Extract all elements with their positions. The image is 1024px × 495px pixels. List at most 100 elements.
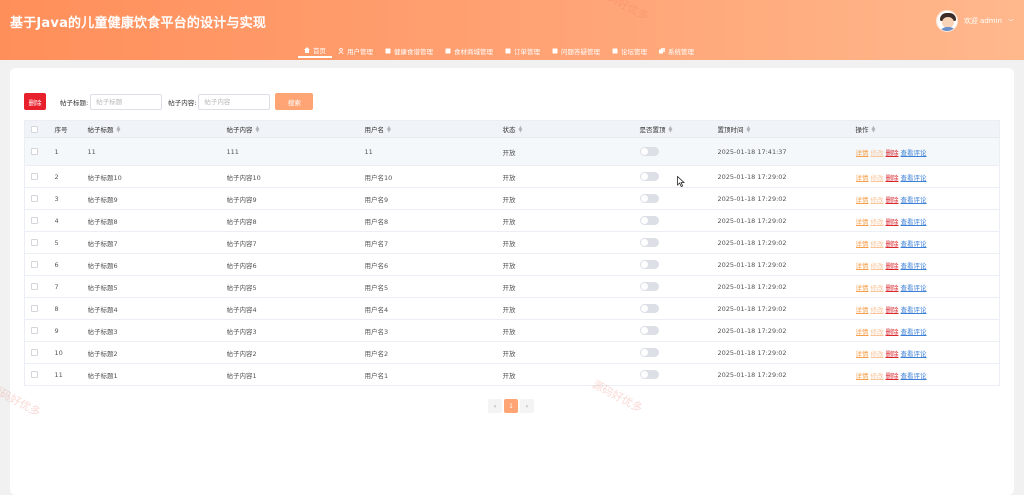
view-comments-link[interactable]: 查看评论	[901, 306, 927, 314]
row-select-cell[interactable]	[24, 187, 55, 210]
sort-icon[interactable]: ▲ ▼	[747, 126, 751, 134]
pin-toggle[interactable]	[639, 260, 659, 269]
edit-link[interactable]: 修改	[871, 284, 884, 292]
table-row[interactable]: 7 帖子标题5 帖子内容5 用户名5 开放 2025-01-18 17:29:02 详情 修改…	[24, 275, 1000, 298]
edit-link[interactable]: 修改	[871, 196, 884, 204]
nav-item[interactable]: 问题答疑管理	[546, 43, 606, 58]
nav-item[interactable]: 首页	[298, 43, 332, 58]
edit-link[interactable]: 修改	[871, 149, 884, 157]
row-checkbox[interactable]	[31, 305, 38, 312]
view-comments-link[interactable]: 查看评论	[901, 262, 927, 270]
row-checkbox[interactable]	[31, 148, 38, 155]
view-comments-link[interactable]: 查看评论	[901, 196, 927, 204]
view-comments-link[interactable]: 查看评论	[901, 149, 927, 157]
nav-item[interactable]: 用户管理	[332, 43, 379, 58]
detail-link[interactable]: 详情	[856, 174, 869, 182]
row-checkbox[interactable]	[31, 195, 38, 202]
view-comments-link[interactable]: 查看评论	[901, 240, 927, 248]
user-menu[interactable]: 欢迎 admin ﹀	[935, 10, 1014, 32]
nav-item[interactable]: 健康食谱管理	[379, 43, 439, 58]
select-all-checkbox[interactable]	[31, 125, 38, 133]
nav-item[interactable]: 食材商城管理	[439, 43, 499, 58]
detail-link[interactable]: 详情	[856, 350, 869, 358]
detail-link[interactable]: 详情	[856, 284, 869, 292]
view-comments-link[interactable]: 查看评论	[901, 372, 927, 380]
view-comments-link[interactable]: 查看评论	[901, 284, 927, 292]
pin-toggle[interactable]	[639, 282, 659, 291]
edit-link[interactable]: 修改	[871, 174, 884, 182]
title-search-input[interactable]	[90, 93, 163, 110]
row-select-cell[interactable]	[24, 231, 55, 254]
edit-link[interactable]: 修改	[871, 306, 884, 314]
table-row[interactable]: 6 帖子标题6 帖子内容6 用户名6 开放 2025-01-18 17:29:02 详情 修改…	[24, 253, 1000, 276]
table-row[interactable]: 3 帖子标题9 帖子内容9 用户名9 开放 2025-01-18 17:29:02 详情 修改…	[24, 187, 1000, 210]
detail-link[interactable]: 详情	[856, 328, 869, 336]
view-comments-link[interactable]: 查看评论	[901, 350, 927, 358]
column-header[interactable]: 状态 ▲ ▼	[502, 120, 640, 138]
delete-link[interactable]: 删除	[886, 149, 899, 157]
detail-link[interactable]: 详情	[856, 196, 869, 204]
view-comments-link[interactable]: 查看评论	[901, 218, 927, 226]
detail-link[interactable]: 详情	[856, 218, 869, 226]
edit-link[interactable]: 修改	[871, 240, 884, 248]
delete-link[interactable]: 删除	[886, 306, 899, 314]
row-select-cell[interactable]	[24, 209, 55, 232]
edit-link[interactable]: 修改	[871, 218, 884, 226]
table-row[interactable]: 11 帖子标题1 帖子内容1 用户名1 开放 2025-01-18 17:29:02 详情修…	[24, 363, 1000, 386]
sort-icon[interactable]: ▲ ▼	[669, 126, 673, 134]
user-greeting[interactable]: 欢迎 admin	[964, 16, 1002, 26]
prev-page-button[interactable]: ‹	[488, 399, 502, 413]
sort-icon[interactable]: ▲ ▼	[872, 126, 876, 134]
delete-link[interactable]: 删除	[886, 262, 899, 270]
row-checkbox[interactable]	[31, 371, 38, 378]
pin-toggle[interactable]	[639, 370, 659, 379]
select-all-cell[interactable]	[24, 120, 55, 138]
delete-link[interactable]: 删除	[886, 350, 899, 358]
row-checkbox[interactable]	[31, 217, 38, 224]
edit-link[interactable]: 修改	[871, 372, 884, 380]
edit-link[interactable]: 修改	[871, 328, 884, 336]
detail-link[interactable]: 详情	[856, 372, 869, 380]
nav-item[interactable]: 系统管理	[653, 43, 700, 58]
sort-icon[interactable]: ▲ ▼	[387, 126, 391, 134]
delete-link[interactable]: 删除	[886, 218, 899, 226]
column-header[interactable]: 帖子内容 ▲ ▼	[226, 120, 365, 138]
current-page-button[interactable]: 1	[504, 399, 518, 413]
table-row[interactable]: 9 帖子标题3 帖子内容3 用户名3 开放 2025-01-18 17:29:02 详情 修改…	[24, 319, 1000, 342]
pin-toggle[interactable]	[639, 194, 659, 203]
table-row[interactable]: 1 11 111 11 开放 2025-01-18 17:41:37 详情 修改 删除 查看评论	[24, 137, 1000, 166]
sort-icon[interactable]: ▲ ▼	[117, 126, 121, 134]
sort-icon[interactable]: ▲ ▼	[256, 126, 260, 134]
row-checkbox[interactable]	[31, 239, 38, 246]
avatar[interactable]	[935, 10, 958, 32]
edit-link[interactable]: 修改	[871, 262, 884, 270]
column-header[interactable]: 置顶时间 ▲ ▼	[717, 120, 856, 138]
detail-link[interactable]: 详情	[856, 149, 869, 157]
column-header[interactable]: 帖子标题 ▲ ▼	[87, 120, 227, 138]
row-select-cell[interactable]	[24, 319, 55, 342]
sort-icon[interactable]: ▲ ▼	[519, 126, 523, 134]
pin-toggle[interactable]	[639, 304, 659, 313]
pin-toggle[interactable]	[639, 326, 659, 335]
table-row[interactable]: 10 帖子标题2 帖子内容2 用户名2 开放 2025-01-18 17:29:02 详情修…	[24, 341, 1000, 364]
pin-toggle[interactable]	[639, 238, 659, 247]
detail-link[interactable]: 详情	[856, 240, 869, 248]
pin-toggle[interactable]	[639, 172, 659, 181]
detail-link[interactable]: 详情	[856, 262, 869, 270]
batch-delete-button[interactable]: 删除	[24, 93, 46, 110]
table-row[interactable]: 8 帖子标题4 帖子内容4 用户名4 开放 2025-01-18 17:29:02 详情 修改…	[24, 297, 1000, 320]
row-select-cell[interactable]	[24, 363, 55, 386]
row-checkbox[interactable]	[31, 327, 38, 334]
edit-link[interactable]: 修改	[871, 350, 884, 358]
row-select-cell[interactable]	[24, 341, 55, 364]
table-row[interactable]: 5 帖子标题7 帖子内容7 用户名7 开放 2025-01-18 17:29:02 详情 修改…	[24, 231, 1000, 254]
row-select-cell[interactable]	[24, 165, 55, 188]
row-select-cell[interactable]	[24, 297, 55, 320]
row-select-cell[interactable]	[24, 253, 55, 276]
row-select-cell[interactable]	[24, 275, 55, 298]
column-header[interactable]: 是否置顶 ▲ ▼	[639, 120, 718, 138]
view-comments-link[interactable]: 查看评论	[901, 328, 927, 336]
row-select-cell[interactable]	[24, 137, 55, 166]
table-row[interactable]: 2 帖子标题10 帖子内容10 用户名10 开放 2025-01-18 17:29:02 详…	[24, 165, 1000, 188]
pin-toggle[interactable]	[639, 216, 659, 225]
